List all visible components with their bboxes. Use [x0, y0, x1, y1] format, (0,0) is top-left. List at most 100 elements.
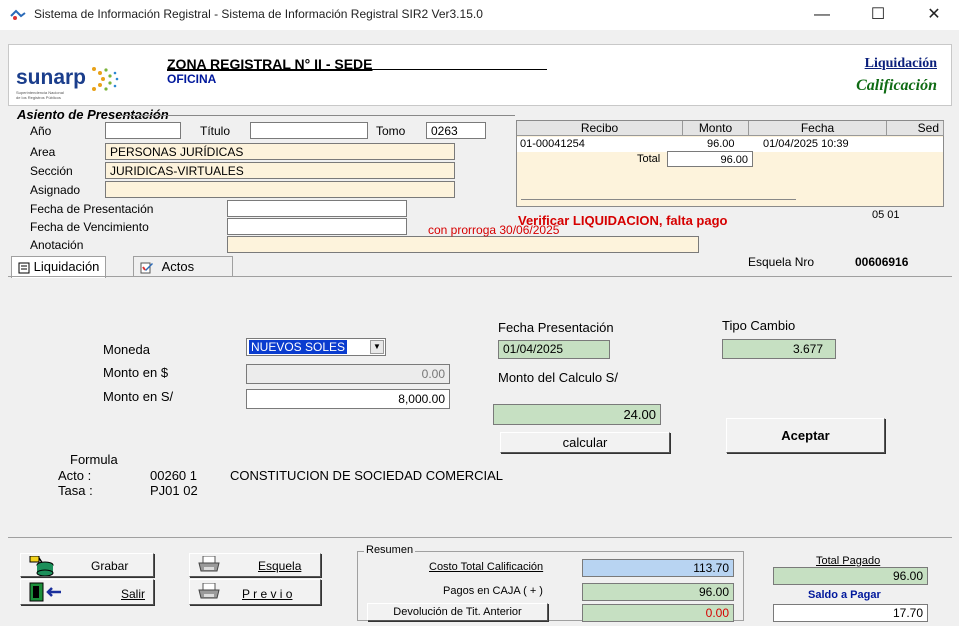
table-row[interactable]: 01-00041254 96.00 01/04/2025 10:39: [517, 137, 943, 152]
anotacion-label: Anotación: [30, 238, 84, 252]
previo-button[interactable]: P r e v i o: [189, 579, 321, 605]
edit-icon: [140, 262, 153, 274]
grid-scroll-line: [521, 199, 796, 200]
esquela-label: Esquela: [258, 559, 302, 573]
chevron-down-icon[interactable]: ▼: [370, 340, 384, 354]
tomo-label: Tomo: [376, 124, 406, 138]
pagos-caja-label: Pagos en CAJA ( + ): [443, 585, 543, 597]
column-header-fecha[interactable]: Fecha: [749, 121, 887, 136]
tab-divider: [8, 276, 952, 277]
svg-text:de los Registros Públicos: de los Registros Públicos: [16, 95, 61, 100]
fecha-presentacion-label-2: Fecha Presentación: [498, 320, 614, 335]
tasa-code: PJ01 02: [150, 483, 198, 498]
exit-icon: [29, 582, 61, 602]
printer-icon: [198, 556, 220, 572]
tomo-field[interactable]: 0263: [426, 122, 486, 139]
titulo-field[interactable]: [250, 122, 368, 139]
app-icon: [10, 9, 26, 20]
esquela-nro-label: Esquela Nro: [748, 255, 815, 269]
esquela-number: 00606916: [855, 255, 909, 269]
monto-soles-field[interactable]: 8,000.00: [246, 389, 450, 409]
tab-liquidacion[interactable]: Liquidación: [11, 256, 107, 278]
tab-label: Liquidación: [33, 259, 100, 274]
column-header-recibo[interactable]: Recibo: [517, 121, 683, 136]
fecha-cell: 01/04/2025 10:39: [763, 138, 849, 150]
esquela-button[interactable]: Esquela: [189, 553, 321, 577]
anotacion-field[interactable]: [227, 236, 699, 253]
monto-soles-label: Monto en S/: [103, 389, 174, 404]
fecha-vencimiento-label: Fecha de Vencimiento: [30, 220, 149, 234]
monto-calculo-value: 24.00: [493, 404, 661, 425]
seccion-label: Sección: [30, 164, 73, 178]
printer-icon: [198, 583, 220, 599]
tasa-label: Tasa :: [58, 483, 93, 498]
titulo-label: Título: [200, 124, 231, 138]
moneda-label: Moneda: [103, 342, 150, 357]
aceptar-button[interactable]: Aceptar: [726, 418, 885, 453]
grabar-label: Grabar: [91, 559, 129, 573]
saldo-label: Saldo a Pagar: [808, 589, 881, 601]
total-label: Total: [637, 153, 661, 165]
recibo-cell: 01-00041254: [520, 138, 585, 150]
area-label: Area: [30, 145, 56, 159]
grabar-button[interactable]: Grabar: [20, 553, 154, 577]
calificacion-label: Calificación: [856, 77, 937, 94]
resumen-title: Resumen: [364, 544, 416, 556]
saldo-value: 17.70: [773, 604, 928, 622]
svg-text:sunarp: sunarp: [16, 66, 86, 89]
salir-label: Salir: [121, 587, 146, 601]
sunarp-logo: sunarp Superintendencia Nacional de los …: [14, 60, 154, 100]
devolucion-button[interactable]: Devolución de Tit. Anterior: [367, 603, 548, 621]
anio-field[interactable]: [105, 122, 181, 139]
pagos-caja-value: 96.00: [582, 583, 734, 601]
tab-label: Actos: [161, 259, 195, 274]
salir-button[interactable]: Salir: [20, 579, 154, 605]
window-title: Sistema de Información Registral - Siste…: [34, 7, 483, 21]
monto-calculo-label: Monto del Calculo S/: [498, 370, 618, 385]
tipo-cambio-label: Tipo Cambio: [722, 318, 796, 333]
maximize-button[interactable]: ☐: [856, 3, 900, 27]
receipts-grid[interactable]: Recibo Monto Fecha Sed 01-00041254 96.00…: [516, 120, 944, 207]
total-pagado-label: Total Pagado: [816, 555, 881, 567]
area-field[interactable]: PERSONAS JURÍDICAS: [105, 143, 455, 160]
tipo-cambio-value: 3.677: [722, 339, 836, 359]
asignado-field[interactable]: [105, 181, 455, 198]
total-field: 96.00: [667, 151, 753, 167]
fecha-vencimiento-field[interactable]: [227, 218, 407, 235]
costo-total-label: Costo Total Calificación: [429, 561, 544, 573]
minimize-button[interactable]: —: [800, 3, 844, 27]
column-header-sede[interactable]: Sed: [887, 121, 944, 136]
costo-total-value: 113.70: [582, 559, 734, 577]
monto-cell: 96.00: [707, 138, 735, 150]
window-titlebar: Sistema de Información Registral - Siste…: [0, 0, 959, 30]
formula-title: Formula: [70, 452, 118, 467]
fecha-presentacion-field[interactable]: [227, 200, 407, 217]
prorroga-message: con prorroga 30/06/2025: [428, 223, 560, 237]
close-button[interactable]: ✕: [912, 3, 956, 27]
side-code: 05 01: [872, 209, 900, 221]
bottom-divider: [8, 537, 952, 538]
zone-title-underline: [167, 69, 547, 70]
save-icon: [29, 556, 54, 576]
acto-code: 00260 1: [150, 468, 197, 483]
asignado-label: Asignado: [30, 183, 81, 197]
moneda-selected: NUEVOS SOLES: [249, 340, 348, 354]
fecha-presentacion-label: Fecha de Presentación: [30, 202, 154, 216]
fecha-presentacion-value: 01/04/2025: [498, 340, 610, 359]
devolucion-value: 0.00: [582, 604, 734, 622]
document-icon: [18, 262, 30, 274]
acto-label: Acto :: [58, 468, 92, 483]
liquidacion-link[interactable]: Liquidación: [865, 56, 937, 72]
column-header-monto[interactable]: Monto: [683, 121, 749, 136]
monto-dolares-label: Monto en $: [103, 365, 169, 380]
previo-label: P r e v i o: [242, 587, 293, 601]
moneda-select[interactable]: NUEVOS SOLES ▼: [246, 338, 386, 356]
section-divider: [120, 115, 515, 116]
seccion-field[interactable]: JURIDICAS-VIRTUALES: [105, 162, 455, 179]
monto-dolares-field[interactable]: 0.00: [246, 364, 450, 384]
tab-actos[interactable]: Actos: [133, 256, 233, 277]
total-pagado-value: 96.00: [773, 567, 928, 585]
calcular-button[interactable]: calcular: [500, 432, 670, 453]
oficina-label: OFICINA: [167, 72, 217, 86]
anio-label: Año: [30, 124, 52, 138]
